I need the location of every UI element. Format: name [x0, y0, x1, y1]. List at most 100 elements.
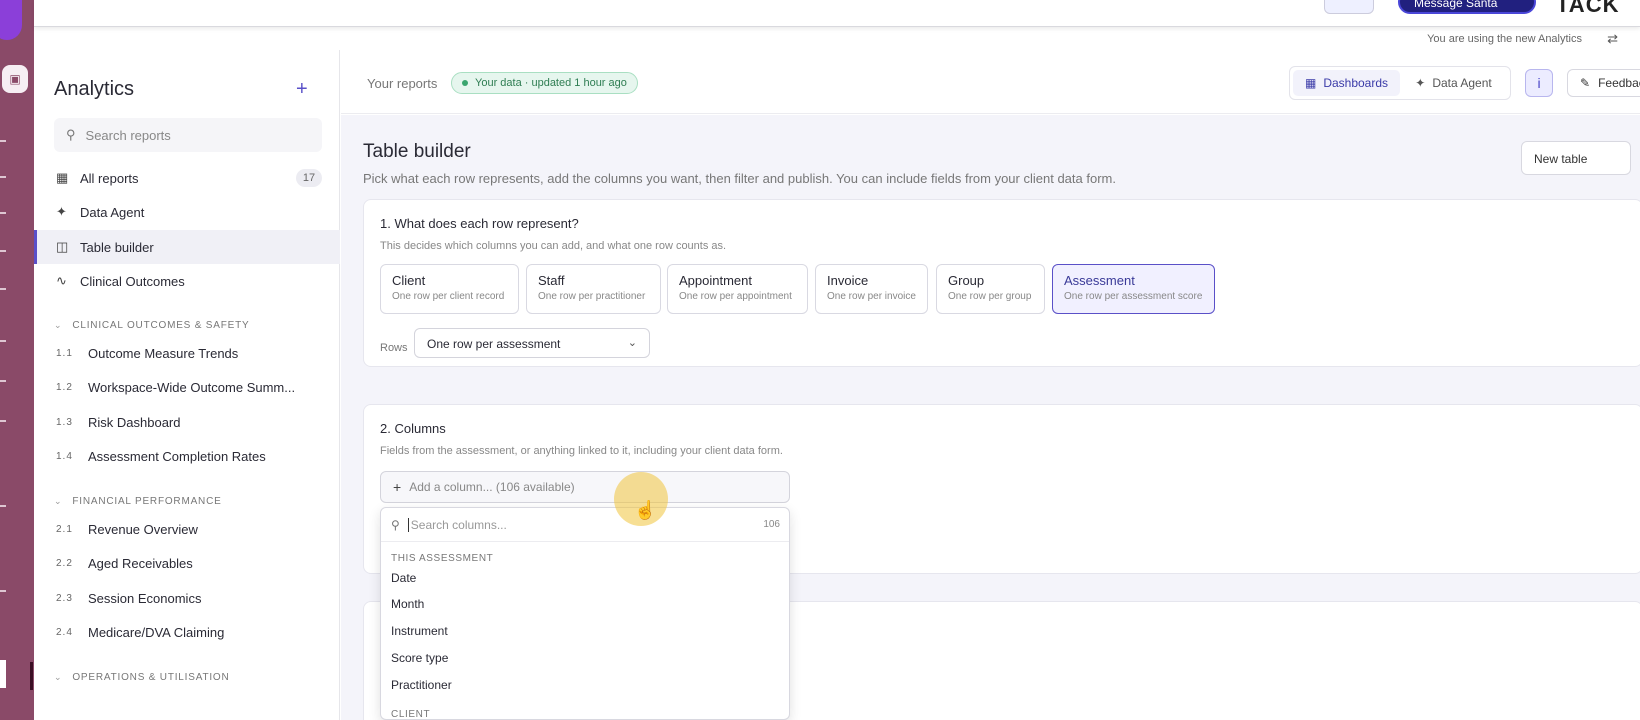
row-option-group[interactable]: Group One row per group	[936, 264, 1045, 314]
feedback-button[interactable]: ✎ Feedback	[1567, 69, 1640, 97]
row-option-client[interactable]: Client One row per client record	[380, 264, 519, 314]
sidebar-item-clinical-outcomes[interactable]: ∿ Clinical Outcomes	[34, 264, 340, 298]
info-icon[interactable]: i	[1525, 69, 1553, 97]
sidebar-item-label: Data Agent	[80, 204, 145, 220]
rail-icon[interactable]	[0, 140, 6, 142]
data-status-badge: Your data · updated 1 hour ago	[451, 72, 638, 94]
report-label: Medicare/DVA Claiming	[88, 624, 225, 640]
switch-icon[interactable]: ⇄	[1607, 31, 1618, 47]
search-columns-input[interactable]: ⚲ Search columns...	[381, 508, 789, 542]
sidebar-item-table-builder[interactable]: ◫ Table builder	[34, 230, 340, 264]
sidebar-item-all-reports[interactable]: ▦ All reports 17	[34, 161, 340, 195]
your-reports-label: Your reports	[367, 76, 438, 91]
rail-icon[interactable]	[0, 420, 6, 422]
sidebar-report-item[interactable]: 1.4 Assessment Completion Rates	[56, 441, 336, 471]
add-column-label: Add a column... (106 available)	[409, 480, 575, 494]
columns-dropdown: ⚲ Search columns... 106 THIS ASSESSMENT …	[380, 507, 790, 720]
column-option-month[interactable]: Month	[381, 591, 789, 617]
view-toggle[interactable]	[1324, 0, 1374, 14]
option-title: Invoice	[827, 273, 869, 288]
report-label: Aged Receivables	[88, 555, 193, 571]
rows-select-value: One row per assessment	[427, 337, 561, 351]
column-option-instrument[interactable]: Instrument	[381, 618, 789, 644]
badge-text: Your data · updated 1 hour ago	[475, 77, 627, 89]
plus-icon: +	[393, 479, 402, 495]
rail-icon[interactable]	[0, 250, 6, 252]
option-title: Client	[392, 273, 426, 288]
option-title: Group	[948, 273, 985, 288]
rail-icon[interactable]	[0, 380, 6, 382]
message-button[interactable]: Message Santa	[1398, 0, 1536, 14]
sidebar-report-item[interactable]: 2.4 Medicare/DVA Claiming	[56, 617, 336, 647]
sidebar-report-item[interactable]: 2.1 Revenue Overview	[56, 514, 336, 544]
report-label: Assessment Completion Rates	[88, 448, 266, 464]
table-icon: ◫	[56, 239, 69, 254]
row-option-assessment[interactable]: Assessment One row per assessment score	[1052, 264, 1215, 314]
option-desc: One row per group	[948, 291, 1032, 302]
briefcase-icon[interactable]: ▣	[2, 65, 28, 93]
row-option-invoice[interactable]: Invoice One row per invoice	[815, 264, 928, 314]
analytics-notice: You are using the new Analytics	[1427, 33, 1582, 45]
status-dot-icon	[462, 80, 468, 86]
option-title: Appointment	[679, 273, 752, 288]
option-title: Assessment	[1064, 273, 1135, 288]
rail-icon[interactable]	[0, 340, 6, 342]
column-option-date[interactable]: Date	[381, 565, 789, 591]
report-number: 2.4	[56, 626, 73, 638]
sidebar-report-item[interactable]: 2.2 Aged Receivables	[56, 548, 336, 578]
step1-subtitle: This decides which columns you can add, …	[380, 240, 727, 252]
row-option-appointment[interactable]: Appointment One row per appointment	[667, 264, 808, 314]
section-financial-performance[interactable]: ⌄ FINANCIAL PERFORMANCE	[54, 496, 222, 507]
sidebar-report-item[interactable]: 1.3 Risk Dashboard	[56, 407, 336, 437]
sidebar-report-item[interactable]: 1.2 Workspace-Wide Outcome Summ...	[56, 372, 336, 402]
app-rail: ▣	[0, 0, 34, 720]
rail-icon[interactable]	[0, 288, 6, 290]
view-switcher: ▦ Dashboards ✦ Data Agent	[1289, 66, 1511, 100]
column-option-practitioner[interactable]: Practitioner	[381, 672, 789, 698]
report-label: Workspace-Wide Outcome Summ...	[88, 379, 296, 395]
search-reports-input[interactable]: ⚲ Search reports	[54, 118, 322, 152]
row-option-staff[interactable]: Staff One row per practitioner	[526, 264, 661, 314]
sidebar-report-item[interactable]: 2.3 Session Economics	[56, 583, 336, 613]
rail-active-marker	[0, 660, 6, 688]
top-bar: Message Santa TACK	[34, 0, 1640, 27]
brand-logo: TACK	[1556, 0, 1620, 17]
reports-header: Your reports Your data · updated 1 hour …	[341, 50, 1640, 114]
section-clinical-outcomes[interactable]: ⌄ CLINICAL OUTCOMES & SAFETY	[54, 320, 249, 331]
rail-icon[interactable]	[0, 505, 6, 507]
chevron-down-icon: ⌄	[54, 320, 63, 330]
hand-cursor-icon: ☝	[634, 500, 657, 520]
report-number: 2.3	[56, 592, 73, 604]
rail-icon[interactable]	[0, 176, 6, 178]
add-report-icon[interactable]: +	[296, 78, 308, 101]
tab-data-agent[interactable]: ✦ Data Agent	[1400, 70, 1507, 96]
app-logo[interactable]	[0, 0, 22, 40]
option-desc: One row per client record	[392, 291, 505, 302]
rail-icon[interactable]	[0, 590, 6, 592]
sidebar-report-item[interactable]: 1.1 Outcome Measure Trends	[56, 338, 336, 368]
report-label: Outcome Measure Trends	[88, 345, 239, 361]
report-number: 1.3	[56, 416, 73, 428]
text-caret	[407, 517, 409, 532]
rail-icon[interactable]	[0, 212, 6, 214]
section-title: CLINICAL OUTCOMES & SAFETY	[72, 320, 250, 331]
page-title: Table builder	[363, 141, 471, 162]
group-this-assessment: THIS ASSESSMENT	[391, 553, 494, 564]
rows-select[interactable]: One row per assessment ⌄	[414, 328, 650, 358]
option-desc: One row per assessment score	[1064, 291, 1203, 302]
chevron-down-icon: ⌄	[54, 496, 63, 506]
report-number: 2.2	[56, 557, 73, 569]
option-desc: One row per appointment	[679, 291, 792, 302]
sidebar-title: Analytics	[54, 78, 135, 100]
section-operations-utilisation[interactable]: ⌄ OPERATIONS & UTILISATION	[54, 672, 230, 683]
rows-label: Rows	[380, 342, 408, 354]
tab-dashboards[interactable]: ▦ Dashboards	[1293, 70, 1400, 96]
search-icon: ⚲	[391, 517, 400, 532]
group-client: CLIENT	[391, 709, 431, 720]
sparkle-icon: ✦	[1415, 76, 1426, 90]
row-type-card: 1. What does each row represent? This de…	[363, 199, 1640, 367]
new-table-button[interactable]: New table	[1521, 141, 1631, 175]
add-column-button[interactable]: + Add a column... (106 available)	[380, 471, 790, 503]
sidebar-item-data-agent[interactable]: ✦ Data Agent	[34, 195, 340, 229]
column-option-score-type[interactable]: Score type	[381, 645, 789, 671]
